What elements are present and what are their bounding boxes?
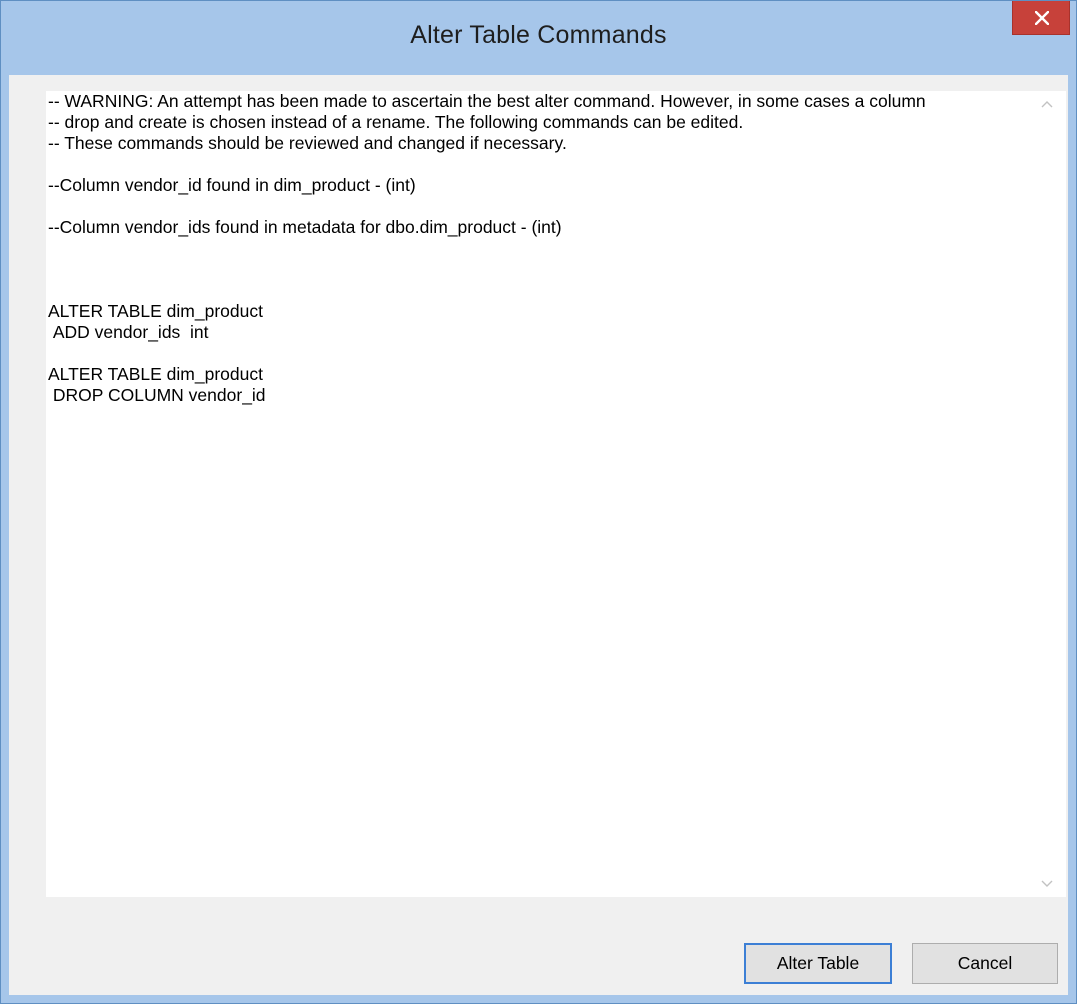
close-icon <box>1035 11 1049 25</box>
commands-editor[interactable]: -- WARNING: An attempt has been made to … <box>46 91 1066 897</box>
alter-table-commands-dialog: Alter Table Commands -- WARNING: An atte… <box>0 0 1077 1004</box>
alter-table-button[interactable]: Alter Table <box>744 943 892 984</box>
chevron-down-icon[interactable] <box>1039 875 1055 891</box>
dialog-client-area: -- WARNING: An attempt has been made to … <box>9 75 1068 995</box>
window-frame-right <box>1068 75 1076 1003</box>
chevron-up-icon[interactable] <box>1039 97 1055 113</box>
window-frame-bottom <box>1 995 1076 1003</box>
title-bar[interactable]: Alter Table Commands <box>1 1 1076 75</box>
commands-text[interactable]: -- WARNING: An attempt has been made to … <box>48 91 1018 897</box>
window-frame-left <box>1 75 9 1003</box>
vertical-scrollbar[interactable] <box>1029 91 1066 897</box>
close-button[interactable] <box>1012 1 1070 35</box>
dialog-title: Alter Table Commands <box>410 21 667 49</box>
cancel-button[interactable]: Cancel <box>912 943 1058 984</box>
